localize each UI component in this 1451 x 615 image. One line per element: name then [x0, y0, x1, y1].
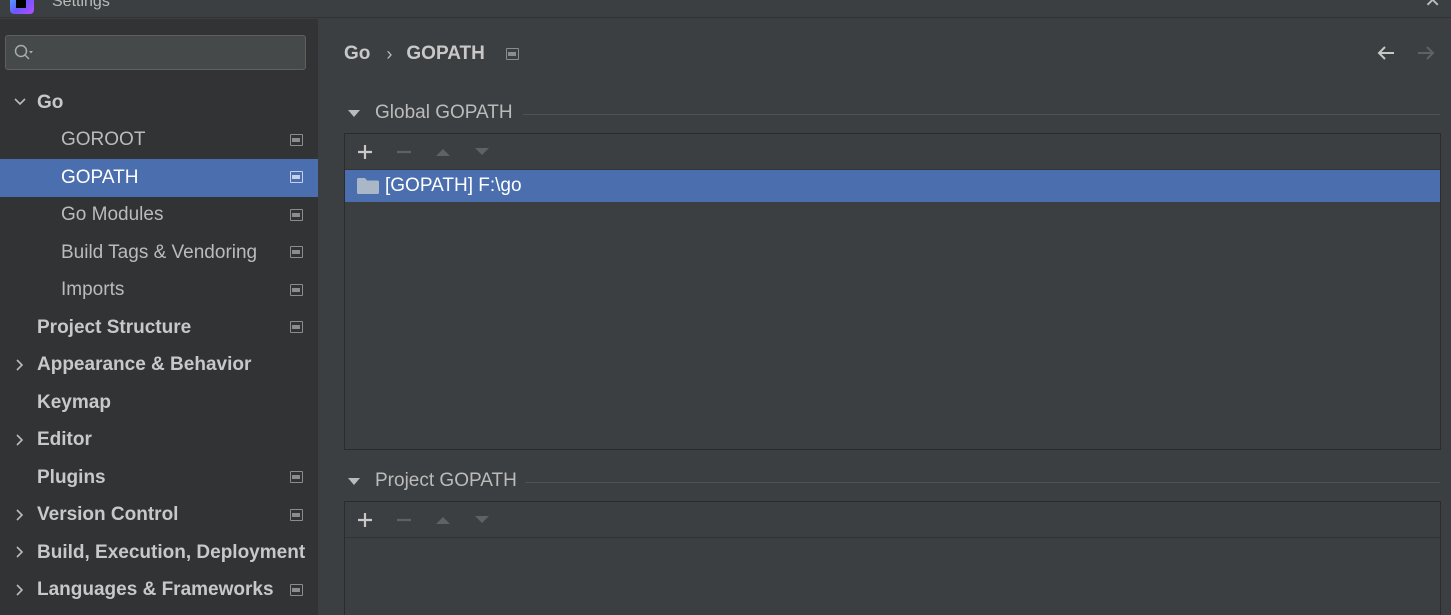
move-up-icon[interactable] — [435, 512, 451, 528]
project-scope-icon — [290, 471, 303, 483]
tree-item-go-modules[interactable]: Go Modules — [0, 197, 318, 235]
tree-item-label: Build Tags & Vendoring — [61, 241, 258, 263]
tree-item-go[interactable]: Go — [0, 84, 318, 122]
list-item[interactable]: [GOPATH] F:\go — [345, 170, 1440, 202]
project-gopath-list — [345, 538, 1440, 615]
tree-item-label: GOPATH — [61, 166, 139, 188]
section-divider — [523, 114, 1440, 115]
move-up-icon[interactable] — [435, 144, 451, 160]
tree-item-label: Plugins — [37, 466, 106, 488]
list-toolbar — [345, 134, 1440, 170]
collapse-triangle-icon[interactable] — [348, 477, 360, 485]
add-icon[interactable] — [357, 512, 373, 528]
project-scope-icon — [505, 48, 519, 60]
list-toolbar — [345, 502, 1440, 538]
add-icon[interactable] — [357, 144, 373, 160]
tree-item-label: Build, Execution, Deployment — [37, 541, 306, 563]
chevron-right-icon[interactable] — [13, 545, 27, 559]
search-input[interactable] — [5, 35, 306, 70]
tree-item-editor[interactable]: Editor — [0, 422, 318, 460]
tree-item-imports[interactable]: Imports — [0, 272, 318, 310]
tree-item-label: Project Structure — [37, 316, 192, 338]
project-scope-icon — [290, 133, 303, 146]
global-gopath-panel: [GOPATH] F:\go — [344, 133, 1441, 450]
chevron-right-icon[interactable] — [13, 358, 27, 372]
tree-item-label: Appearance & Behavior — [37, 354, 252, 376]
settings-tree: Go GOROOT GOPATH Go Modules Build Tags &… — [0, 84, 318, 609]
tree-item-goroot[interactable]: GOROOT — [0, 122, 318, 160]
project-scope-icon — [290, 246, 303, 258]
tree-item-appearance[interactable]: Appearance & Behavior — [0, 347, 318, 385]
tree-item-project-structure[interactable]: Project Structure — [0, 309, 318, 347]
remove-icon[interactable] — [396, 144, 412, 160]
project-gopath-panel — [344, 501, 1441, 615]
collapse-triangle-icon[interactable] — [348, 109, 360, 117]
search-icon — [14, 44, 33, 60]
tree-item-label: Go — [37, 91, 64, 113]
section-title: Project GOPATH — [375, 470, 517, 491]
project-scope-icon — [290, 583, 303, 596]
project-scope-icon — [290, 208, 303, 221]
settings-content: Go › GOPATH Global GOPATH [GOPATH] F:\go — [318, 19, 1451, 615]
section-title: Global GOPATH — [375, 102, 513, 123]
tree-item-plugins[interactable]: Plugins — [0, 459, 318, 497]
arrow-right-icon[interactable] — [1416, 43, 1436, 63]
move-down-icon[interactable] — [474, 144, 490, 160]
tree-item-gopath[interactable]: GOPATH — [0, 159, 318, 197]
breadcrumb-current: GOPATH — [406, 43, 485, 64]
breadcrumb-separator: › — [386, 43, 393, 64]
remove-icon[interactable] — [396, 512, 412, 528]
tree-item-languages[interactable]: Languages & Frameworks — [0, 572, 318, 610]
tree-item-label: GOROOT — [61, 129, 146, 151]
tree-item-build-execution[interactable]: Build, Execution, Deployment — [0, 534, 318, 572]
gopath-entry-label: [GOPATH] F:\go — [385, 175, 522, 196]
breadcrumb-parent[interactable]: Go — [344, 43, 370, 65]
title-bar: Settings ✕ — [0, 0, 1451, 18]
project-scope-icon — [290, 171, 303, 183]
tree-item-label: Version Control — [37, 504, 179, 526]
chevron-right-icon[interactable] — [13, 583, 27, 597]
global-gopath-header[interactable]: Global GOPATH — [348, 102, 513, 124]
tree-item-label: Languages & Frameworks — [37, 579, 274, 601]
chevron-right-icon[interactable] — [13, 433, 27, 447]
tree-item-keymap[interactable]: Keymap — [0, 384, 318, 422]
tree-item-label: Editor — [37, 429, 92, 451]
arrow-left-icon[interactable] — [1376, 43, 1396, 63]
section-divider — [525, 482, 1440, 483]
chevron-right-icon[interactable] — [13, 508, 27, 522]
tree-item-build-tags[interactable]: Build Tags & Vendoring — [0, 234, 318, 272]
breadcrumb: Go › GOPATH — [344, 42, 519, 66]
project-scope-icon — [290, 321, 303, 333]
app-logo-icon — [10, 0, 34, 14]
settings-sidebar: Go GOROOT GOPATH Go Modules Build Tags &… — [0, 19, 318, 615]
tree-item-label: Go Modules — [61, 204, 164, 226]
tree-item-label: Keymap — [37, 391, 111, 413]
move-down-icon[interactable] — [474, 512, 490, 528]
tree-item-version-control[interactable]: Version Control — [0, 497, 318, 535]
project-scope-icon — [290, 283, 303, 296]
window-title: Settings — [52, 0, 110, 10]
project-gopath-header[interactable]: Project GOPATH — [348, 470, 517, 492]
project-scope-icon — [290, 508, 303, 521]
close-icon[interactable]: ✕ — [1424, 0, 1441, 11]
global-gopath-list: [GOPATH] F:\go — [345, 170, 1440, 449]
chevron-down-icon[interactable] — [13, 95, 27, 109]
tree-item-label: Imports — [61, 279, 125, 301]
folder-icon — [357, 178, 379, 194]
